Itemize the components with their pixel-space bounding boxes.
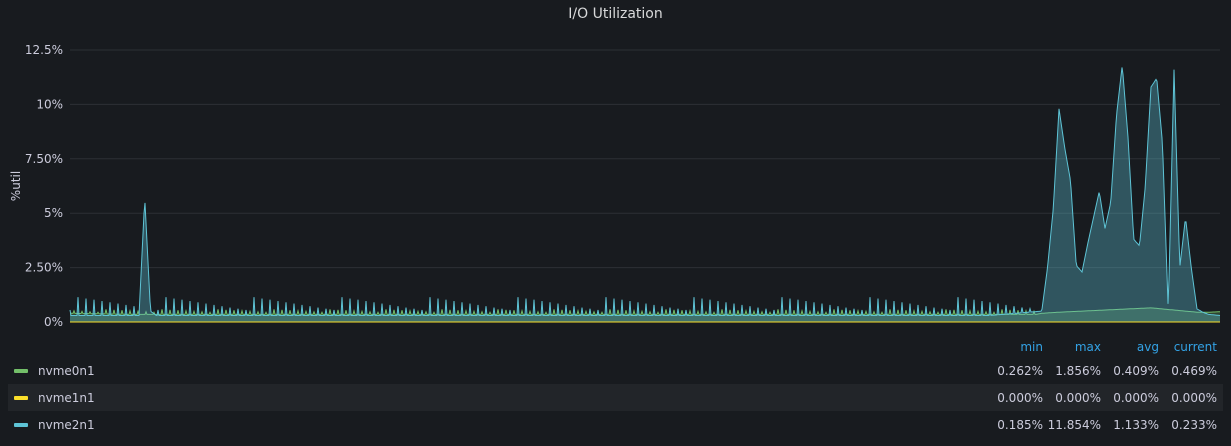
legend-series-name[interactable]: nvme0n1 — [38, 364, 95, 378]
legend-max: 11.854% — [1047, 417, 1101, 432]
legend-max: 1.856% — [1055, 363, 1101, 378]
legend-header: min max avg current — [8, 337, 1223, 357]
legend-min: 0.262% — [997, 363, 1043, 378]
series-layer — [69, 67, 1221, 323]
series-color-swatch — [14, 422, 28, 427]
y-tick-label: 2.50% — [25, 261, 63, 275]
y-tick-label: 12.5% — [25, 43, 63, 57]
chart-plot[interactable]: 0% 2.50% 5% 7.50% 10% 12.5% — [0, 0, 1231, 335]
legend-avg: 0.409% — [1113, 363, 1159, 378]
y-tick-label: 5% — [44, 206, 63, 220]
legend-header-current[interactable]: current — [1161, 340, 1223, 354]
legend-row-nvme0n1[interactable]: nvme0n1 0.262% 1.856% 0.409% 0.469% — [8, 357, 1223, 384]
legend-series-name[interactable]: nvme2n1 — [38, 418, 95, 432]
legend-series-name[interactable]: nvme1n1 — [38, 391, 95, 405]
series-color-swatch — [14, 395, 28, 400]
y-tick-label: 0% — [44, 315, 63, 329]
legend-current: 0.233% — [1171, 417, 1217, 432]
legend-min: 0.185% — [997, 417, 1043, 432]
legend-header-avg[interactable]: avg — [1103, 340, 1161, 354]
legend-row-nvme1n1[interactable]: nvme1n1 0.000% 0.000% 0.000% 0.000% — [8, 384, 1223, 411]
legend-avg: 1.133% — [1113, 417, 1159, 432]
legend-avg: 0.000% — [1113, 390, 1159, 405]
legend-header-min[interactable]: min — [973, 340, 1045, 354]
legend-min: 0.000% — [997, 390, 1043, 405]
legend-current: 0.469% — [1171, 363, 1217, 378]
legend-header-max[interactable]: max — [1045, 340, 1103, 354]
series-area-nvme2n1 — [70, 67, 1220, 323]
y-tick-label: 10% — [36, 97, 63, 111]
legend-current: 0.000% — [1171, 390, 1217, 405]
legend-table: min max avg current nvme0n1 0.262% 1.856… — [8, 337, 1223, 438]
y-tick-labels: 0% 2.50% 5% 7.50% 10% 12.5% — [25, 43, 63, 329]
y-tick-label: 7.50% — [25, 152, 63, 166]
legend-row-nvme2n1[interactable]: nvme2n1 0.185% 11.854% 1.133% 0.233% — [8, 411, 1223, 438]
series-color-swatch — [14, 368, 28, 373]
legend-max: 0.000% — [1055, 390, 1101, 405]
